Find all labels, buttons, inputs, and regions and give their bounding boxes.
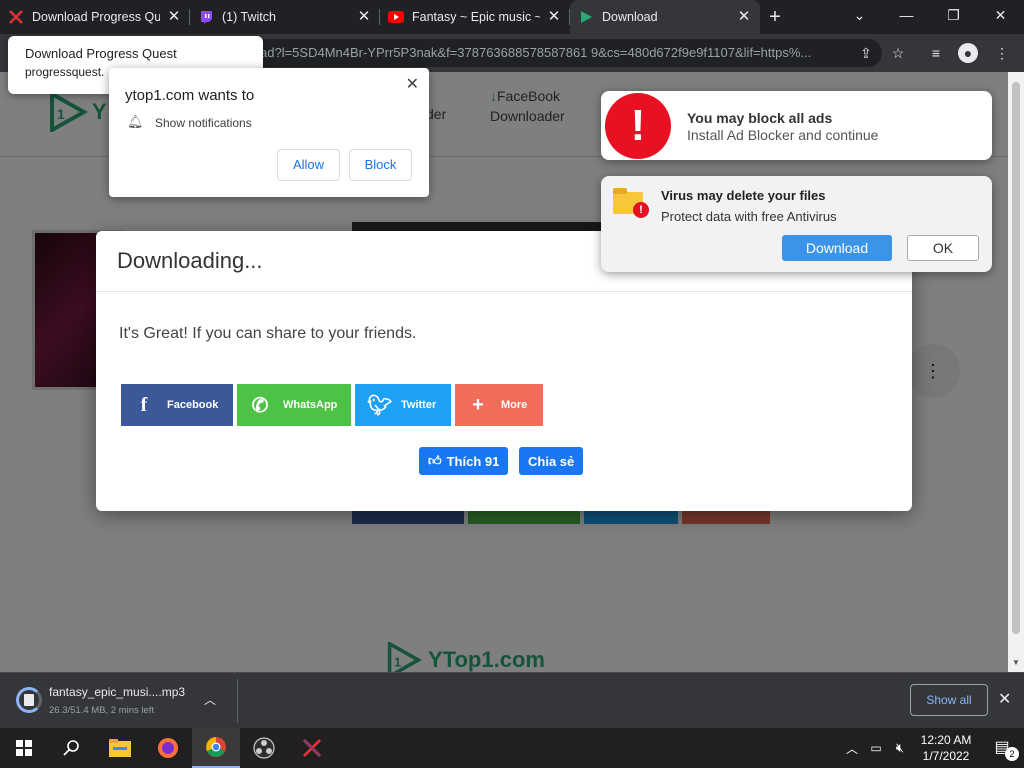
tray-chevron-icon[interactable]: ︿ [840, 740, 864, 757]
ad2-title: Virus may delete your files [661, 188, 826, 203]
tab-title: (1) Twitch [222, 10, 276, 24]
like-label: Thích 91 [446, 453, 500, 469]
close-prompt-icon[interactable]: ✕ [406, 74, 419, 94]
share-facebook-button[interactable]: f Facebook [121, 384, 233, 426]
bookmark-star-icon[interactable]: ☆ [888, 43, 908, 63]
media-controls-icon[interactable]: ≡ [926, 43, 946, 63]
firefox-icon[interactable] [144, 728, 192, 768]
tab-title: Download Progress Qu [32, 10, 160, 24]
fake-virus-popup[interactable]: ! Virus may delete your files Protect da… [601, 176, 992, 272]
twitter-bird-icon: 🐦︎ [367, 394, 393, 417]
download-shelf: fantasy_epic_musi....mp3 26.3/51.4 MB, 2… [0, 672, 1024, 728]
new-tab-icon[interactable]: + [760, 0, 790, 34]
show-all-button[interactable]: Show all [910, 684, 988, 716]
downloading-modal: Downloading... It's Great! If you can sh… [96, 231, 912, 511]
thumbs-up-icon: 👍︎ [428, 453, 442, 468]
window-controls: ⌄ — ❐ ✕ [836, 0, 1024, 30]
profile-avatar-icon[interactable]: ● [958, 43, 978, 63]
download-item[interactable]: fantasy_epic_musi....mp3 26.3/51.4 MB, 2… [14, 683, 236, 719]
ad2-download-button[interactable]: Download [782, 235, 892, 261]
file-explorer-icon[interactable] [96, 728, 144, 768]
youtube-icon [388, 9, 404, 25]
tooltip-title: Download Progress Quest [25, 46, 177, 61]
bell-icon: 🔔︎ [127, 114, 144, 129]
windows-start-icon[interactable] [0, 728, 48, 768]
close-tab-icon[interactable]: ✕ [356, 9, 372, 25]
ad1-subtitle: Install Ad Blocker and continue [687, 127, 879, 143]
download-chevron-icon[interactable]: ︿ [204, 691, 216, 708]
share-label: More [501, 399, 528, 411]
tab-title: Fantasy ~ Epic music ~ [412, 10, 540, 24]
page-scrollbar[interactable]: ▼ [1008, 72, 1024, 672]
progress-quest-icon [8, 9, 24, 25]
close-tab-icon[interactable]: ✕ [546, 9, 562, 25]
tab-download[interactable]: Download ✕ [570, 0, 760, 34]
download-status: 26.3/51.4 MB, 2 mins left [49, 705, 155, 716]
allow-button[interactable]: Allow [277, 149, 340, 181]
alert-exclamation-icon: ! [605, 93, 671, 159]
action-center-icon[interactable]: ▤ 2 [980, 728, 1024, 768]
share-whatsapp-button[interactable]: ✆ WhatsApp [237, 384, 351, 426]
tab-title: Download [602, 10, 658, 24]
close-window-icon[interactable]: ✕ [977, 0, 1024, 30]
prompt-item: Show notifications [155, 116, 252, 130]
chrome-icon[interactable] [192, 728, 240, 768]
share-twitter-button[interactable]: 🐦︎ Twitter [355, 384, 451, 426]
minimize-icon[interactable]: — [883, 0, 930, 30]
plus-icon: + [472, 393, 484, 416]
facebook-icon: f [140, 393, 148, 416]
block-button[interactable]: Block [349, 149, 412, 181]
windows-taskbar: ︿ ▭ 🔇︎ 12:20 AM 1/7/2022 ▤ 2 [0, 728, 1024, 768]
network-icon[interactable]: ▭ [864, 741, 888, 755]
clock-date: 1/7/2022 [922, 749, 970, 763]
fake-ad-blocker-popup[interactable]: ! You may block all ads Install Ad Block… [601, 91, 992, 160]
menu-kebab-icon[interactable]: ⋮ [992, 43, 1012, 63]
share-more-button[interactable]: + More [455, 384, 543, 426]
close-tab-icon[interactable]: ✕ [166, 9, 182, 25]
download-divider [237, 679, 238, 723]
volume-muted-icon[interactable]: 🔇︎ [888, 740, 912, 756]
address-bar[interactable]: ad?l=5SD4Mn4Br-YPrr5P3nak&f=378763688578… [250, 39, 882, 67]
notification-count-badge: 2 [1005, 747, 1019, 761]
tab-youtube[interactable]: Fantasy ~ Epic music ~ ✕ [380, 0, 570, 34]
tab-twitch[interactable]: (1) Twitch ✕ [190, 0, 380, 34]
download-filename: fantasy_epic_musi....mp3 [49, 685, 186, 699]
fb-like-button[interactable]: 👍︎ Thích 91 [419, 447, 509, 475]
restore-icon[interactable]: ❐ [930, 0, 977, 30]
search-icon[interactable] [48, 728, 96, 768]
ad2-subtitle: Protect data with free Antivirus [661, 209, 837, 224]
url-text: ad?l=5SD4Mn4Br-YPrr5P3nak&f=378763688578… [260, 45, 812, 60]
share-label: Twitter [401, 399, 437, 411]
clock[interactable]: 12:20 AM 1/7/2022 [912, 732, 980, 764]
ad1-title: You may block all ads [687, 110, 833, 126]
progress-quest-taskbar-icon[interactable] [288, 728, 336, 768]
fb-share-button[interactable]: Chia sẻ [519, 447, 584, 475]
modal-message: It's Great! If you can share to your fri… [119, 325, 417, 342]
share-icon[interactable]: ⇪ [856, 43, 876, 63]
scrollbar-thumb[interactable] [1012, 82, 1020, 634]
download-progress-icon [16, 687, 42, 713]
share-label: Facebook [167, 399, 219, 411]
folder-warning-icon: ! [613, 188, 649, 218]
obs-icon[interactable] [240, 728, 288, 768]
twitch-icon [198, 9, 214, 25]
system-tray: ︿ ▭ 🔇︎ 12:20 AM 1/7/2022 ▤ 2 [840, 728, 1024, 768]
notification-permission-prompt: ytop1.com wants to ✕ 🔔︎ Show notificatio… [109, 68, 429, 197]
whatsapp-icon: ✆ [251, 394, 269, 417]
ytop1-icon [578, 9, 594, 25]
tab-search-icon[interactable]: ⌄ [836, 0, 883, 30]
ad2-ok-button[interactable]: OK [907, 235, 979, 261]
clock-time: 12:20 AM [920, 733, 972, 747]
tab-progress-quest[interactable]: Download Progress Qu ✕ [0, 0, 190, 34]
close-tab-icon[interactable]: ✕ [736, 9, 752, 25]
scroll-down-arrow-icon[interactable]: ▼ [1008, 658, 1024, 672]
share-label: Chia sẻ [528, 453, 575, 469]
share-label: WhatsApp [283, 399, 338, 411]
prompt-title: ytop1.com wants to [125, 87, 255, 104]
close-download-shelf-icon[interactable]: ✕ [998, 689, 1011, 709]
